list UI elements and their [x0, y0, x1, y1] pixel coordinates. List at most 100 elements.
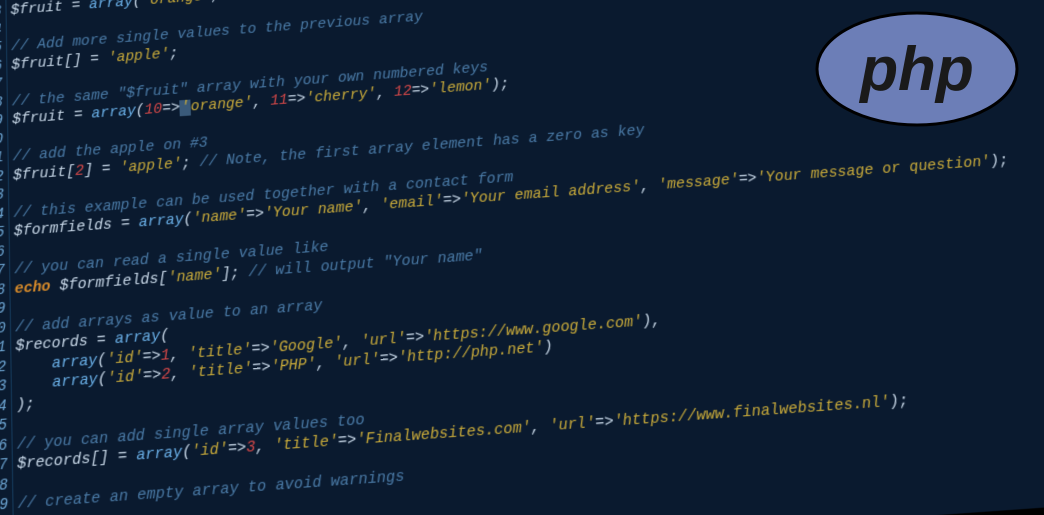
code-token: [: [66, 163, 75, 180]
code-token: 'name': [192, 207, 246, 227]
code-token: ,: [255, 438, 274, 456]
code-token: [16, 375, 53, 394]
line-number: 24: [0, 397, 7, 418]
code-token: (: [98, 371, 107, 389]
line-number: 4: [0, 21, 2, 41]
line-number: 16: [0, 243, 5, 264]
stage: 1234567891011121314151617181920212223242…: [0, 0, 1044, 515]
code-token: array: [89, 0, 133, 13]
code-token: [16, 356, 53, 375]
code-token: 'apple': [108, 46, 170, 66]
code-token: =>: [443, 192, 462, 210]
code-token: array: [91, 104, 136, 123]
code-token: echo: [14, 279, 50, 298]
code-token: 'id': [107, 368, 144, 387]
code-token: );: [989, 153, 1009, 171]
code-token: =>: [246, 206, 265, 224]
line-number: 7: [0, 75, 3, 95]
line-number: 3: [0, 3, 2, 23]
code-token: 'cherry': [305, 86, 377, 107]
line-number: 27: [0, 456, 8, 477]
line-number: 5: [0, 39, 2, 59]
line-number: 18: [0, 281, 5, 302]
code-token: 10: [144, 102, 162, 119]
code-token: =>: [288, 91, 306, 108]
code-token: 12: [394, 84, 413, 101]
code-token: 2: [161, 367, 171, 385]
code-token: =>: [338, 432, 357, 450]
code-token: 'apple': [119, 156, 182, 177]
code-token: =>: [738, 171, 758, 189]
code-token: =>: [228, 440, 247, 458]
code-token: (: [132, 0, 141, 10]
code-token: ];: [221, 264, 249, 282]
code-token: $fruit: [13, 164, 67, 184]
line-number: 6: [0, 57, 2, 77]
line-number: 11: [0, 149, 4, 169]
code-token: );: [16, 396, 34, 414]
code-token: =>: [379, 350, 398, 368]
code-token: =>: [252, 359, 271, 377]
code-token: $fruit: [10, 0, 63, 19]
code-token: ,: [530, 418, 550, 436]
line-number: 28: [0, 476, 8, 498]
line-number: 15: [0, 224, 5, 244]
code-token: array: [115, 328, 161, 348]
line-number: 22: [0, 358, 6, 379]
code-token: 2: [75, 163, 84, 180]
line-number: 10: [0, 131, 3, 151]
code-token: 'id': [191, 441, 228, 461]
code-token: ,: [376, 85, 395, 102]
code-token: =>: [142, 348, 161, 366]
code-token: );: [889, 393, 909, 411]
code-token: array: [136, 444, 182, 464]
php-logo-text: php: [858, 35, 974, 104]
code-token: ,: [211, 0, 229, 4]
line-number: 8: [0, 94, 3, 114]
line-number: 19: [0, 300, 6, 321]
code-token: =>: [143, 367, 162, 385]
code-token: (: [97, 352, 106, 369]
code-token: ;: [169, 46, 178, 62]
code-token: ,: [252, 94, 270, 111]
code-token: (: [160, 328, 170, 345]
code-token: =: [112, 215, 139, 233]
code-token: 'url': [549, 415, 596, 435]
line-number: 9: [0, 112, 3, 132]
code-token: 'title': [273, 433, 338, 455]
code-token: =: [65, 107, 92, 125]
code-token: [] =: [64, 51, 108, 70]
code-token: 'name': [167, 266, 222, 286]
code-token: ] =: [84, 160, 120, 179]
code-token: 'title': [188, 361, 252, 382]
code-token: =>: [162, 100, 180, 117]
line-number: 13: [0, 186, 4, 206]
code-token: array: [52, 372, 98, 392]
code-token: 'email': [380, 193, 444, 214]
line-number: 21: [0, 338, 6, 359]
line-number: 26: [0, 436, 8, 457]
code-token: ): [543, 339, 553, 357]
code-token: 'PHP': [270, 356, 316, 376]
code-token: 'lemon': [429, 78, 492, 98]
code-token: array: [139, 212, 184, 232]
code-token: array: [52, 352, 98, 372]
code-token: ': [180, 100, 191, 117]
code-token: ),: [642, 312, 662, 330]
line-number: 23: [0, 377, 7, 398]
code-token: 11: [270, 93, 288, 110]
code-token: 'id': [106, 349, 143, 368]
code-token: ,: [170, 346, 189, 364]
code-token: $fruit: [12, 109, 65, 129]
code-token: ,: [362, 198, 381, 216]
code-token: =: [63, 0, 89, 15]
code-token: ,: [342, 334, 361, 352]
line-number: 25: [0, 416, 7, 437]
php-logo: php: [812, 8, 1022, 130]
code-token: ,: [170, 365, 189, 383]
code-token: =: [88, 332, 116, 351]
code-token: $records: [17, 451, 91, 473]
line-number: 17: [0, 262, 5, 283]
code-token: $fruit: [11, 54, 64, 74]
code-token: 1: [161, 347, 171, 364]
